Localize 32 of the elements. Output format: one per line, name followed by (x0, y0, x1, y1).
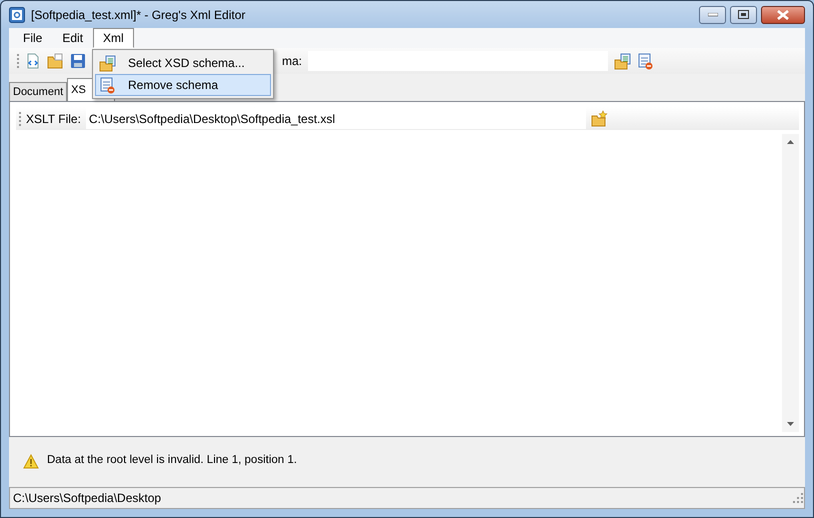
status-path: C:\Users\Softpedia\Desktop (13, 490, 162, 507)
scroll-up-icon[interactable] (787, 140, 794, 144)
menu-item[interactable]: Edit (52, 28, 94, 48)
new-document-icon[interactable] (25, 53, 41, 69)
vertical-scrollbar[interactable] (782, 134, 799, 432)
remove-schema-icon[interactable] (637, 52, 654, 70)
folder-star-icon[interactable] (590, 110, 608, 127)
error-message: Data at the root level is invalid. Line 1, position 1. (47, 453, 297, 468)
resize-grip-icon[interactable] (792, 492, 804, 504)
schema-label: ma: (282, 53, 302, 70)
menu-item[interactable]: Remove schema (95, 74, 271, 96)
menu-item[interactable]: Xml (93, 28, 134, 48)
save-icon[interactable] (70, 53, 86, 69)
folder-document-icon (99, 54, 116, 72)
app-icon (9, 6, 25, 22)
xslt-file-label: XSLT File: (26, 110, 81, 128)
maximize-icon (738, 10, 749, 19)
open-folder-icon[interactable] (47, 53, 64, 69)
close-button[interactable] (761, 6, 805, 24)
scroll-down-icon[interactable] (787, 422, 794, 426)
menu-item[interactable]: Select XSD schema... (95, 52, 271, 74)
close-icon (777, 10, 789, 20)
xslt-file-field[interactable]: C:\Users\Softpedia\Desktop\Softpedia_test.xsl (86, 108, 586, 129)
warning-icon (23, 454, 39, 468)
maximize-button[interactable] (730, 6, 757, 24)
tab[interactable]: Document (9, 82, 68, 101)
minimize-button[interactable] (699, 6, 726, 24)
remove-schema-icon (99, 76, 116, 94)
minimize-icon (708, 12, 718, 16)
window-title: [Softpedia_test.xml]* - Greg's Xml Editor (31, 6, 246, 24)
folder-document-icon[interactable] (614, 52, 632, 70)
menu-item[interactable]: File (13, 28, 52, 48)
